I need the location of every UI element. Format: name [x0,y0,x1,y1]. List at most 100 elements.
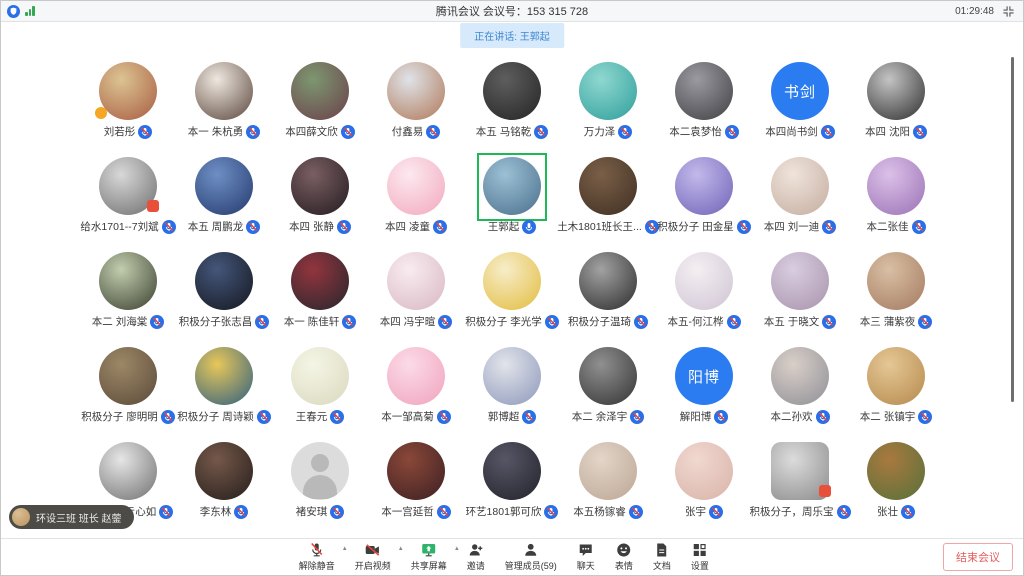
mic-status-icon [161,410,175,424]
participant-avatar [195,252,253,310]
participant-avatar [867,62,925,120]
participant-tile[interactable]: 本四 刘一迪 [752,148,848,243]
mic-status-icon [255,315,269,329]
toolbar-unmute-button[interactable]: 解除静音 ▲ [299,542,335,572]
toolbar-settings-button[interactable]: 设置 ▲ [691,542,709,572]
participant-tile[interactable]: 本二 余泽宇 [560,338,656,433]
participant-name: 本四尚书剑 [765,124,818,139]
avatar-initials: 书剑 [784,81,816,102]
toolbar-docs-button[interactable]: 文档 ▲ [653,542,671,572]
participant-avatar [867,347,925,405]
tooltip-member-name: 环设三班 班长 赵蓥 [36,510,122,525]
participant-tile[interactable]: 本二张佳 [848,148,944,243]
mic-status-icon [522,220,536,234]
participant-tile[interactable]: 本三 蒲紫夜 [848,243,944,338]
participant-name: 给水1701--7刘斌 [80,219,158,234]
participant-tile[interactable]: 本四 冯宇暄 [368,243,464,338]
caret-up-icon[interactable]: ▲ [342,546,348,552]
toolbar-emoji-button[interactable]: 表情 ▲ [615,542,633,572]
participant-tile[interactable]: 张宇 [656,433,752,528]
participant-tile[interactable]: 褚安琪 [272,433,368,528]
participant-avatar [771,347,829,405]
participant-tile[interactable]: 书剑 本四尚书剑 [752,53,848,148]
participant-tile[interactable]: 本一 陈佳轩 [272,243,368,338]
toolbar-manage-members-button[interactable]: 管理成员(59) ▲ [505,542,557,572]
mic-status-icon [913,125,927,139]
participant-grid: 刘若彤 本一 朱杭勇 本四薛文欣 [1,53,1023,528]
participant-tile[interactable]: 积极分子温琦 [560,243,656,338]
participant-name: 本一宫延哲 [381,504,434,519]
caret-up-icon[interactable]: ▲ [398,546,404,552]
participant-tile[interactable]: 本二 张镇宇 [848,338,944,433]
participant-tile[interactable]: 本一 朱杭勇 [176,53,272,148]
participant-avatar [771,252,829,310]
participant-tile[interactable]: 万力泽 [560,53,656,148]
participant-name: 本一 朱杭勇 [188,124,243,139]
caret-up-icon[interactable]: ▲ [454,546,460,552]
exit-fullscreen-icon[interactable] [1002,5,1015,18]
participant-tile[interactable]: 本二袁梦怡 [656,53,752,148]
title-bar: 腾讯会议 会议号：153 315 728 01:29:48 [1,1,1023,22]
participant-tile[interactable]: 本四 凌童 [368,148,464,243]
participant-avatar [387,157,445,215]
participant-name: 付鑫易 [392,124,424,139]
participant-tile[interactable]: 积极分子 周诗颖 [176,338,272,433]
participant-tile[interactable]: 本五 于晓文 [752,243,848,338]
participant-tile[interactable]: 本五杨镓睿 [560,433,656,528]
participant-tile[interactable]: 本四 沈阳 [848,53,944,148]
participant-tile[interactable]: 本一宫延哲 [368,433,464,528]
participant-tile[interactable]: 环艺1801郭可欣 [464,433,560,528]
participant-tile[interactable]: 积极分子 李光学 [464,243,560,338]
participant-tile[interactable]: 本二 刘海棠 [80,243,176,338]
share-screen-icon [421,542,437,558]
participant-tile[interactable]: 本四 张静 [272,148,368,243]
participant-avatar [291,347,349,405]
participant-tile[interactable]: 张壮 [848,433,944,528]
mic-status-icon [234,505,248,519]
participant-name: 本五杨镓睿 [573,504,626,519]
participant-name: 郭博超 [488,409,520,424]
toolbar-items: 解除静音 ▲ 开启视频 ▲ 共享屏幕 ▲ 邀请 ▲ 管理成员(59) ▲ 聊天 … [299,542,709,572]
mic-status-icon [433,220,447,234]
participant-tile[interactable]: 本二孙欢 [752,338,848,433]
participant-tile[interactable]: 积极分子 廖明明 [80,338,176,433]
participant-avatar [99,442,157,500]
participant-tile[interactable]: 付鑫易 [368,53,464,148]
participant-tile[interactable]: 本五 周鹏龙 [176,148,272,243]
participant-tile[interactable]: 阳博 解阳博 [656,338,752,433]
participant-tile[interactable]: 王春元 [272,338,368,433]
camera-off-icon [365,542,381,558]
participant-name: 刘若彤 [104,124,136,139]
mic-status-icon [618,125,632,139]
toolbar-chat-button[interactable]: 聊天 ▲ [577,542,595,572]
participant-avatar [387,252,445,310]
participant-name: 本五 马铭乾 [476,124,531,139]
scrollbar-thumb[interactable] [1011,57,1014,402]
participant-tile[interactable]: 土木1801班长王... [560,148,656,243]
participant-avatar [675,157,733,215]
participant-tile[interactable]: 王郭起 [464,148,560,243]
mic-status-icon [901,505,915,519]
participant-tile[interactable]: 郭博超 [464,338,560,433]
participant-tile[interactable]: 本一邹高菊 [368,338,464,433]
participant-name: 本四薛文欣 [285,124,338,139]
participant-avatar [675,62,733,120]
participant-tile[interactable]: 积极分子张志昌 [176,243,272,338]
toolbar-invite-button[interactable]: 邀请 ▲ [467,542,485,572]
participant-tile[interactable]: 本四薛文欣 [272,53,368,148]
participant-tile[interactable]: 李东林 [176,433,272,528]
participant-tile[interactable]: 本五 马铭乾 [464,53,560,148]
end-meeting-button[interactable]: 结束会议 [943,543,1013,571]
toolbar-start-video-button[interactable]: 开启视频 ▲ [355,542,391,572]
participant-avatar [579,252,637,310]
participant-name: 本四 冯宇暄 [380,314,435,329]
participant-tile[interactable]: 给水1701--7刘斌 [80,148,176,243]
participant-tile[interactable]: 积极分子 田金星 [656,148,752,243]
participant-name: 解阳博 [680,409,712,424]
participant-avatar [579,157,637,215]
invite-icon [468,542,484,558]
participant-tile[interactable]: 积极分子，周乐宝 [752,433,848,528]
participant-tile[interactable]: 本五-何江桦 [656,243,752,338]
participant-tile[interactable]: 刘若彤 [80,53,176,148]
toolbar-share-screen-button[interactable]: 共享屏幕 ▲ [411,542,447,572]
